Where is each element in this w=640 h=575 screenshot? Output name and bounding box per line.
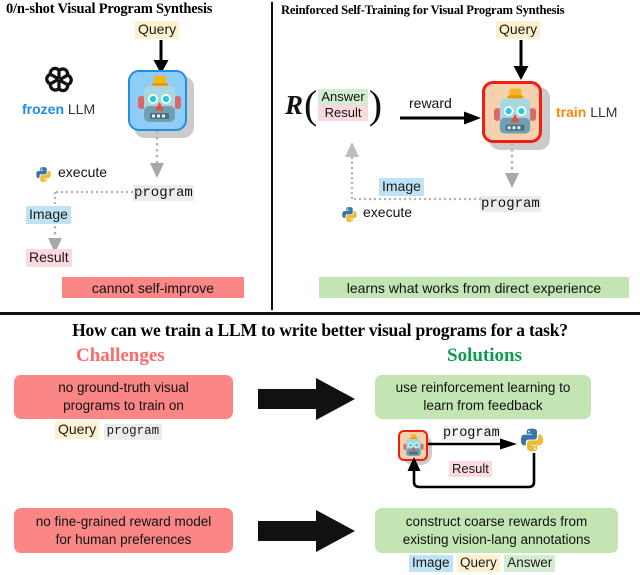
loop-forward-arrow xyxy=(428,438,517,450)
right-program-label: program xyxy=(480,196,541,212)
frozen-accent-word: frozen xyxy=(22,101,64,117)
solutions-heading: Solutions xyxy=(447,345,522,366)
loop-return-label: Result xyxy=(449,461,492,478)
challenge-box-1: no ground-truth visual programs to train… xyxy=(14,375,233,419)
right-execute-label: execute xyxy=(363,204,413,220)
frozen-llm-word: LLM xyxy=(67,101,96,117)
reward-fraction: Answer Result xyxy=(318,89,368,121)
challenges-heading: Challenges xyxy=(76,345,165,366)
train-llm-word: LLM xyxy=(590,104,618,120)
right-query-to-robot-arrow xyxy=(513,40,529,80)
right-conclusion-banner: learns what works from direct experience xyxy=(319,277,629,298)
left-execute-label: execute xyxy=(58,164,108,180)
loop-python-logo-icon xyxy=(519,427,545,453)
left-robot-to-program-dotline xyxy=(150,131,164,178)
frozen-llm-label: frozen LLM xyxy=(22,101,95,117)
right-panel-title: Reinforced Self-Training for Visual Prog… xyxy=(281,3,565,17)
right-robot-to-program-dotline xyxy=(505,143,519,188)
robot-frozen-icon xyxy=(128,70,187,131)
solution-2-tag-answer: Answer xyxy=(504,555,556,572)
left-conclusion-text: cannot self-improve xyxy=(91,279,215,296)
challenge-1-tag-program: program xyxy=(103,424,163,440)
left-image-label: Image xyxy=(26,206,71,224)
reward-denominator: Result xyxy=(318,105,368,121)
figure-root: 0/n-shot Visual Program Synthesis Query … xyxy=(0,0,640,575)
solution-2-tag-image: Image xyxy=(409,555,453,572)
solution-2-tag-query: Query xyxy=(456,555,500,572)
challenge-2-line-1: no fine-grained reward model xyxy=(35,513,212,529)
solution-2-tags: Image Query Answer xyxy=(409,554,556,572)
openai-logo-icon xyxy=(42,63,76,97)
left-query-tag: Query xyxy=(135,21,180,39)
row-2-transition-arrow xyxy=(258,510,355,552)
reward-arrow-label: reward xyxy=(409,95,452,111)
train-llm-label: train LLM xyxy=(556,104,617,120)
panel-vertical-divider xyxy=(271,2,273,310)
train-accent-word: train xyxy=(556,104,587,120)
solution-box-1: use reinforcement learning to learn from… xyxy=(375,375,591,419)
challenge-1-tag-query: Query xyxy=(55,421,100,439)
right-query-label: Query xyxy=(496,21,541,39)
section-horizontal-divider xyxy=(0,312,640,315)
left-result-label: Result xyxy=(26,249,72,267)
left-python-logo-icon xyxy=(35,166,52,183)
left-query-label: Query xyxy=(135,21,180,39)
loop-return-tag: Result xyxy=(449,460,492,478)
formula-close-paren: ) xyxy=(368,82,383,127)
solution-2-line-1: construct coarse rewards from xyxy=(405,513,588,529)
left-conclusion-banner: cannot self-improve xyxy=(62,277,244,298)
right-result-feedback-dotline xyxy=(345,142,481,201)
right-conclusion-text: learns what works from direct experience xyxy=(346,279,602,296)
challenge-box-2: no fine-grained reward model for human p… xyxy=(14,508,233,553)
solution-2-line-2: existing vision-lang annotations xyxy=(402,531,591,547)
robot-train-icon xyxy=(482,81,542,143)
solution-1-line-2: learn from feedback xyxy=(423,398,543,413)
challenge-1-tags: Query program xyxy=(55,421,163,440)
formula-open-paren: ( xyxy=(304,82,318,127)
reward-function-symbol: R xyxy=(285,89,304,120)
left-panel-title: 0/n-shot Visual Program Synthesis xyxy=(6,1,213,17)
challenge-1-line-1: no ground-truth visual xyxy=(58,380,189,396)
solution-1-line-1: use reinforcement learning to xyxy=(395,380,571,396)
challenge-1-line-2: programs to train on xyxy=(63,398,184,413)
bottom-question: How can we train a LLM to write better v… xyxy=(72,320,568,340)
solution-box-2: construct coarse rewards from existing v… xyxy=(375,508,618,553)
left-image-tag: Image xyxy=(26,206,71,224)
reward-to-robot-arrow xyxy=(400,111,481,125)
challenge-2-line-2: for human preferences xyxy=(55,531,192,547)
right-query-tag: Query xyxy=(496,21,541,39)
right-python-logo-icon xyxy=(341,206,358,223)
reward-formula: R ( Answer Result ) xyxy=(285,82,383,127)
reward-numerator: Answer xyxy=(318,89,368,105)
row-1-transition-arrow xyxy=(258,378,355,420)
left-query-to-robot-arrow xyxy=(153,40,169,74)
left-result-tag: Result xyxy=(26,249,72,267)
